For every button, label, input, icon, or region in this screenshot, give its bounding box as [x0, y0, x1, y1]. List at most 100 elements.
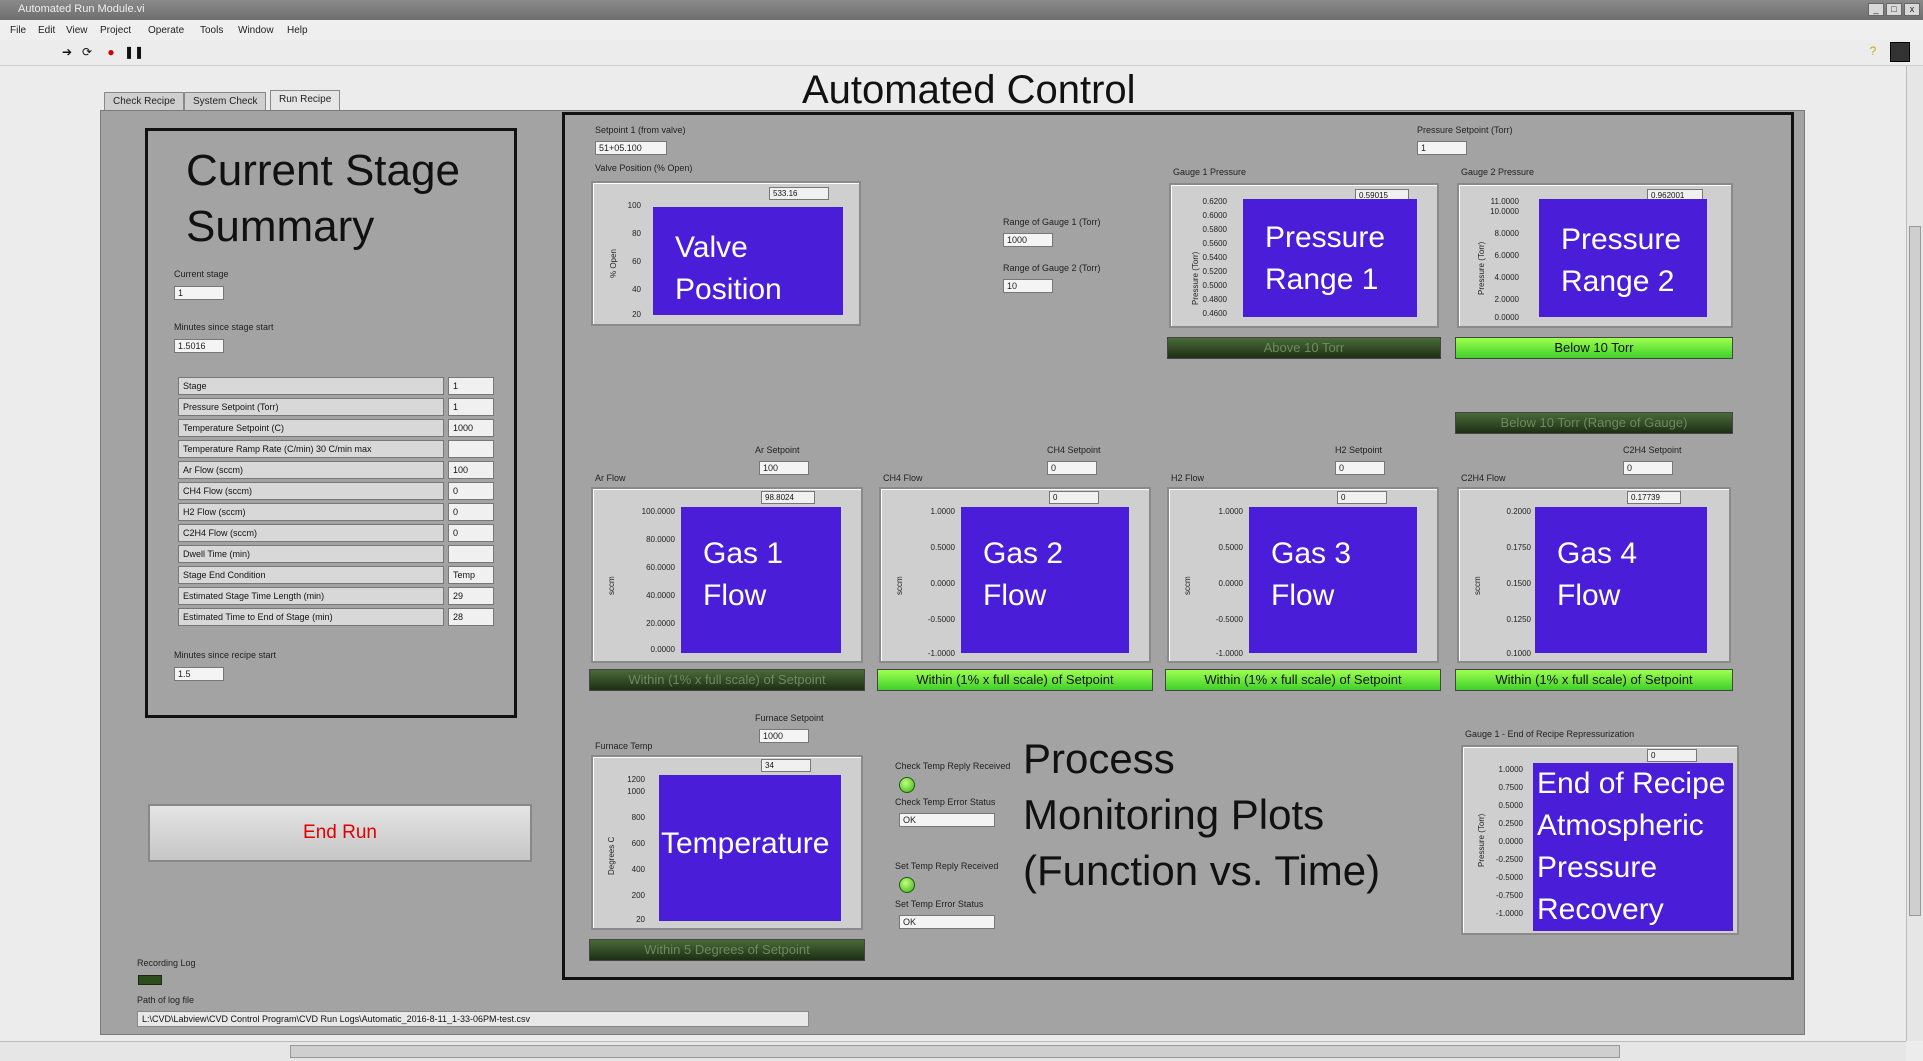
- y-tick: 100.0000: [641, 507, 675, 516]
- stage-key: H2 Flow (sccm): [178, 503, 444, 521]
- gas3-plot-area: Gas 3 Flow: [1249, 507, 1417, 653]
- menu-view[interactable]: View: [66, 25, 88, 36]
- range2-field[interactable]: 10: [1003, 279, 1053, 293]
- setpoint1-field[interactable]: 51+05.100: [595, 141, 667, 155]
- automated-control-title: Automated Control: [802, 68, 1136, 112]
- y-tick: -0.2500: [1495, 855, 1523, 864]
- run-arrow-icon[interactable]: ➔: [60, 45, 74, 59]
- y-tick: 60.0000: [646, 563, 675, 572]
- pressure-setpoint-field[interactable]: 1: [1417, 141, 1467, 155]
- vertical-scrollbar[interactable]: [1906, 66, 1923, 1041]
- gas2-setpoint-field[interactable]: 0: [1047, 461, 1097, 475]
- maximize-button[interactable]: □: [1886, 3, 1902, 16]
- abort-icon[interactable]: ●: [104, 45, 118, 59]
- y-tick: 0.0000: [1494, 313, 1519, 322]
- menu-file[interactable]: File: [10, 25, 26, 36]
- gauge1-status-indicator: Above 10 Torr: [1167, 337, 1441, 359]
- stage-key: CH4 Flow (sccm): [178, 482, 444, 500]
- menu-bar: File Edit View Project Operate Tools Win…: [0, 20, 1923, 40]
- gauge2-plot-area: Pressure Range 2: [1539, 199, 1707, 317]
- stage-key: Pressure Setpoint (Torr): [178, 398, 444, 416]
- menu-operate[interactable]: Operate: [148, 25, 184, 36]
- table-row: Estimated Stage Time Length (min) 29: [178, 586, 496, 607]
- y-tick: -1.0000: [1215, 649, 1243, 658]
- furnace-label: Furnace Temp: [595, 741, 653, 751]
- y-tick: 0.5600: [1202, 239, 1227, 248]
- toolbar: ➔ ⟳ ● ❚❚ ?: [0, 40, 1923, 66]
- pause-icon[interactable]: ❚❚: [124, 45, 144, 59]
- valve-plot-area: Valve Position: [653, 207, 843, 315]
- minutes-stage-label: Minutes since stage start: [174, 322, 274, 332]
- stage-value: 29: [448, 587, 494, 605]
- menu-window[interactable]: Window: [238, 25, 274, 36]
- stage-value: 1: [448, 377, 494, 395]
- menu-edit[interactable]: Edit: [38, 25, 55, 36]
- y-tick: -1.0000: [1495, 909, 1523, 918]
- horizontal-scrollbar[interactable]: [0, 1041, 1906, 1061]
- close-button[interactable]: x: [1904, 3, 1920, 16]
- table-row: Stage 1: [178, 376, 496, 397]
- gas1-label: Ar Flow: [595, 473, 626, 483]
- setpoint1-label: Setpoint 1 (from valve): [595, 125, 686, 135]
- horizontal-scroll-thumb[interactable]: [290, 1045, 1620, 1058]
- stage-key: Estimated Time to End of Stage (min): [178, 608, 444, 626]
- gas4-plot-area: Gas 4 Flow: [1535, 507, 1707, 653]
- menu-help[interactable]: Help: [287, 25, 308, 36]
- check-temp-error-field: OK: [899, 813, 995, 827]
- gauge1-plot-area: Pressure Range 1: [1243, 199, 1417, 317]
- gas1-setpoint-field[interactable]: 100: [759, 461, 809, 475]
- window-titlebar: Automated Run Module.vi _ □ x: [0, 0, 1923, 20]
- end-run-button[interactable]: End Run: [148, 804, 532, 862]
- window-title: Automated Run Module.vi: [18, 3, 145, 15]
- y-tick: 0.5800: [1202, 225, 1227, 234]
- vertical-scroll-thumb[interactable]: [1909, 226, 1921, 916]
- help-icon[interactable]: ?: [1866, 44, 1880, 58]
- y-tick: 4.0000: [1494, 273, 1519, 282]
- gauge2-yaxis-label: Pressure (Torr): [1477, 241, 1486, 295]
- stage-value: 0: [448, 482, 494, 500]
- table-row: Temperature Ramp Rate (C/min) 30 C/min m…: [178, 439, 496, 460]
- furnace-setpoint-field[interactable]: 1000: [759, 729, 809, 743]
- gas4-flow-graph: 0.17739 sccm 0.2000 0.1750 0.1500 0.1250…: [1457, 487, 1731, 663]
- minutes-recipe-label: Minutes since recipe start: [174, 650, 277, 660]
- table-row: Estimated Time to End of Stage (min) 28: [178, 607, 496, 628]
- stage-value: 1000: [448, 419, 494, 437]
- gas4-label: C2H4 Flow: [1461, 473, 1506, 483]
- y-tick: 0.1750: [1506, 543, 1531, 552]
- gas4-setpoint-field[interactable]: 0: [1623, 461, 1673, 475]
- gas3-setpoint-field[interactable]: 0: [1335, 461, 1385, 475]
- y-tick: -0.5000: [927, 615, 955, 624]
- tab-system-check[interactable]: System Check: [184, 92, 267, 112]
- tab-check-recipe[interactable]: Check Recipe: [104, 92, 185, 112]
- y-tick: 0.4800: [1202, 295, 1227, 304]
- gauge1-graph: 0.59015 Pressure (Torr) 0.6200 0.6000 0.…: [1169, 183, 1439, 328]
- log-path-field[interactable]: L:\CVD\Labview\CVD Control Program\CVD R…: [137, 1011, 809, 1027]
- y-tick: 0.1250: [1506, 615, 1531, 624]
- menu-project[interactable]: Project: [100, 25, 131, 36]
- check-temp-reply-led: [899, 777, 915, 793]
- stage-value: 0: [448, 524, 494, 542]
- menu-tools[interactable]: Tools: [200, 25, 223, 36]
- eor-readout: 0: [1647, 749, 1697, 762]
- automated-control-panel: Setpoint 1 (from valve) 51+05.100 Pressu…: [562, 112, 1794, 980]
- y-tick: 0.7500: [1498, 783, 1523, 792]
- y-tick: -0.5000: [1215, 615, 1243, 624]
- minimize-button[interactable]: _: [1868, 3, 1884, 16]
- y-tick: 6.0000: [1494, 251, 1519, 260]
- run-continuous-icon[interactable]: ⟳: [80, 45, 94, 59]
- gas3-readout: 0: [1337, 491, 1387, 504]
- y-tick: 800: [631, 813, 645, 822]
- recording-log-label: Recording Log: [137, 958, 196, 968]
- eor-plot-area: End of Recipe Atmospheric Pressure Recov…: [1533, 763, 1733, 931]
- table-row: Temperature Setpoint (C) 1000: [178, 418, 496, 439]
- range1-field[interactable]: 1000: [1003, 233, 1053, 247]
- y-tick: -0.7500: [1495, 891, 1523, 900]
- gas1-setpoint-label: Ar Setpoint: [755, 445, 800, 455]
- tab-run-recipe[interactable]: Run Recipe: [270, 90, 341, 112]
- y-tick: 0.5000: [1218, 543, 1243, 552]
- table-row: Pressure Setpoint (Torr) 1: [178, 397, 496, 418]
- temperature-graph: 34 Degrees C 1200 1000 800 600 400 200 2…: [591, 755, 863, 930]
- gas4-status-indicator: Within (1% x full scale) of Setpoint: [1455, 669, 1733, 691]
- check-temp-error-label: Check Temp Error Status: [895, 797, 996, 807]
- y-tick: 0.1500: [1506, 579, 1531, 588]
